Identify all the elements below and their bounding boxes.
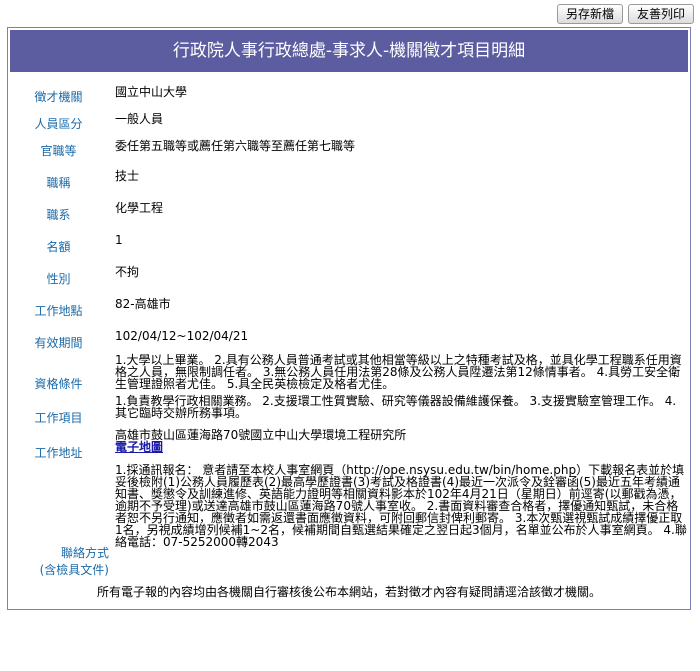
row-duties: 工作項目 1.負責教學行政相關業務。 2.支援環工性質實驗、研究等儀器設備維護保… [8,393,690,427]
value-period: 102/04/12~102/04/21 [115,328,249,343]
job-detail-panel: 行政院人事行政總處-事求人-機關徵才項目明細 徵才機關 國立中山大學 人員區分 … [7,27,691,610]
row-requirements: 資格條件 1.大學以上畢業。 2.具有公務人員普通考試或其他相當等級以上之特種考… [8,352,690,393]
print-friendly-button[interactable]: 友善列印 [627,4,694,24]
label-contact-line2: (含檢具文件) [39,563,109,577]
value-title: 技士 [115,168,140,183]
label-series: 職系 [8,192,112,223]
value-quota: 1 [115,232,123,247]
label-rank: 官職等 [8,133,112,159]
row-rank: 官職等 委任第五職等或薦任第六職等至薦任第七職等 [8,133,690,160]
value-duties: 1.負責教學行政相關業務。 2.支援環工性質實驗、研究等儀器設備維護保養。 3.… [115,394,677,420]
label-contact-line1: 聯絡方式 [60,546,109,560]
label-title: 職稱 [8,160,112,191]
label-contact: 聯絡方式 (含檢具文件) [8,462,112,578]
toolbar: 另存新檔 友善列印 [556,4,694,26]
row-period: 有效期間 102/04/12~102/04/21 [8,320,690,352]
value-address: 高雄市鼓山區蓮海路70號國立中山大學環境工程研究所 電子地圖 [112,427,690,461]
row-agency: 徵才機關 國立中山大學 [8,79,690,106]
row-series: 職系 化學工程 [8,192,690,224]
label-agency: 徵才機關 [8,79,112,105]
row-location: 工作地點 82-高雄市 [8,288,690,320]
label-duties: 工作項目 [8,393,112,426]
label-period: 有效期間 [8,320,112,351]
label-category: 人員區分 [8,106,112,132]
row-contact: 聯絡方式 (含檢具文件) 1.採通訊報名： 意者請至本校人事室網頁（http:/… [8,462,690,579]
row-title: 職稱 技士 [8,160,690,192]
map-link[interactable]: 電子地圖 [115,440,163,454]
label-requirements: 資格條件 [8,352,112,392]
value-category: 一般人員 [115,112,164,126]
value-gender: 不拘 [115,264,140,279]
row-category: 人員區分 一般人員 [8,106,690,133]
save-as-button[interactable]: 另存新檔 [556,4,623,24]
disclaimer-text: 所有電子報的內容均由各機關自行審核後公布本網站，若對徵才內容有疑問請逕洽該徵才機… [96,585,601,599]
row-quota: 名額 1 [8,224,690,256]
detail-table: 徵才機關 國立中山大學 人員區分 一般人員 官職等 委任第五職等或薦任第六職等至… [8,79,690,579]
row-address: 工作地址 高雄市鼓山區蓮海路70號國立中山大學環境工程研究所 電子地圖 [8,427,690,462]
label-address: 工作地址 [8,427,112,461]
value-location: 82-高雄市 [115,296,171,311]
label-quota: 名額 [8,224,112,255]
value-rank: 委任第五職等或薦任第六職等至薦任第七職等 [115,139,356,153]
value-requirements: 1.大學以上畢業。 2.具有公務人員普通考試或其他相當等級以上之特種考試及格，並… [115,353,682,391]
value-contact: 1.採通訊報名： 意者請至本校人事室網頁（http://ope.nsysu.ed… [115,463,687,549]
page-title: 行政院人事行政總處-事求人-機關徵才項目明細 [10,30,688,72]
label-gender: 性別 [8,256,112,287]
address-text: 高雄市鼓山區蓮海路70號國立中山大學環境工程研究所 [115,428,407,442]
value-series: 化學工程 [115,200,164,215]
value-agency: 國立中山大學 [115,85,188,99]
row-gender: 性別 不拘 [8,256,690,288]
label-location: 工作地點 [8,288,112,319]
